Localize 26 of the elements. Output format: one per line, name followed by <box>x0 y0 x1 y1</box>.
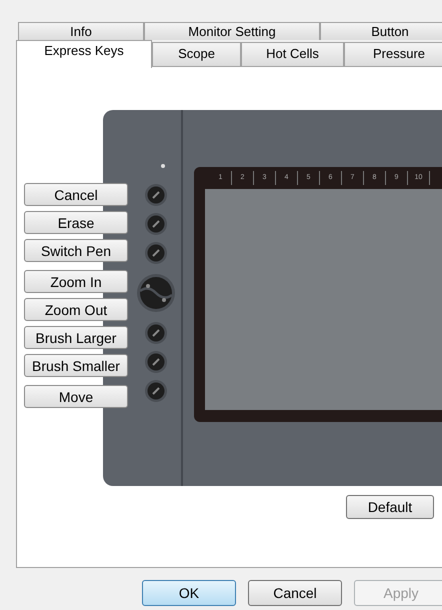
tab[interactable]: Hot Cells <box>241 42 344 66</box>
express-key-button[interactable]: Zoom In <box>24 270 128 293</box>
express-key-icon <box>144 212 168 236</box>
touch-ring-icon <box>136 271 176 315</box>
express-key-button[interactable]: Move <box>24 385 128 408</box>
express-key-button[interactable]: Brush Larger <box>24 326 128 349</box>
tab[interactable]: Express Keys <box>16 40 152 68</box>
express-key-button[interactable]: Erase <box>24 211 128 234</box>
express-key-icon <box>144 241 168 265</box>
express-key-icon <box>144 350 168 374</box>
express-key-icon <box>144 183 168 207</box>
express-key-button[interactable]: Brush Smaller <box>24 354 128 377</box>
tab[interactable]: Monitor Setting <box>144 22 320 40</box>
express-key-button[interactable]: Zoom Out <box>24 298 128 321</box>
dialog-button[interactable]: OK <box>142 580 236 606</box>
tab[interactable]: Scope <box>152 42 241 66</box>
tab[interactable]: Button <box>320 22 442 40</box>
default-button[interactable]: Default <box>346 495 434 519</box>
express-key-button[interactable]: Switch Pen <box>24 239 128 262</box>
tab[interactable]: Info <box>18 22 144 40</box>
express-key-button[interactable]: Cancel <box>24 183 128 206</box>
express-key-icon <box>144 321 168 345</box>
express-key-icon <box>144 379 168 403</box>
tab[interactable]: Pressure <box>344 42 442 66</box>
indicator-light <box>161 164 165 168</box>
dialog-button[interactable]: Cancel <box>248 580 342 606</box>
